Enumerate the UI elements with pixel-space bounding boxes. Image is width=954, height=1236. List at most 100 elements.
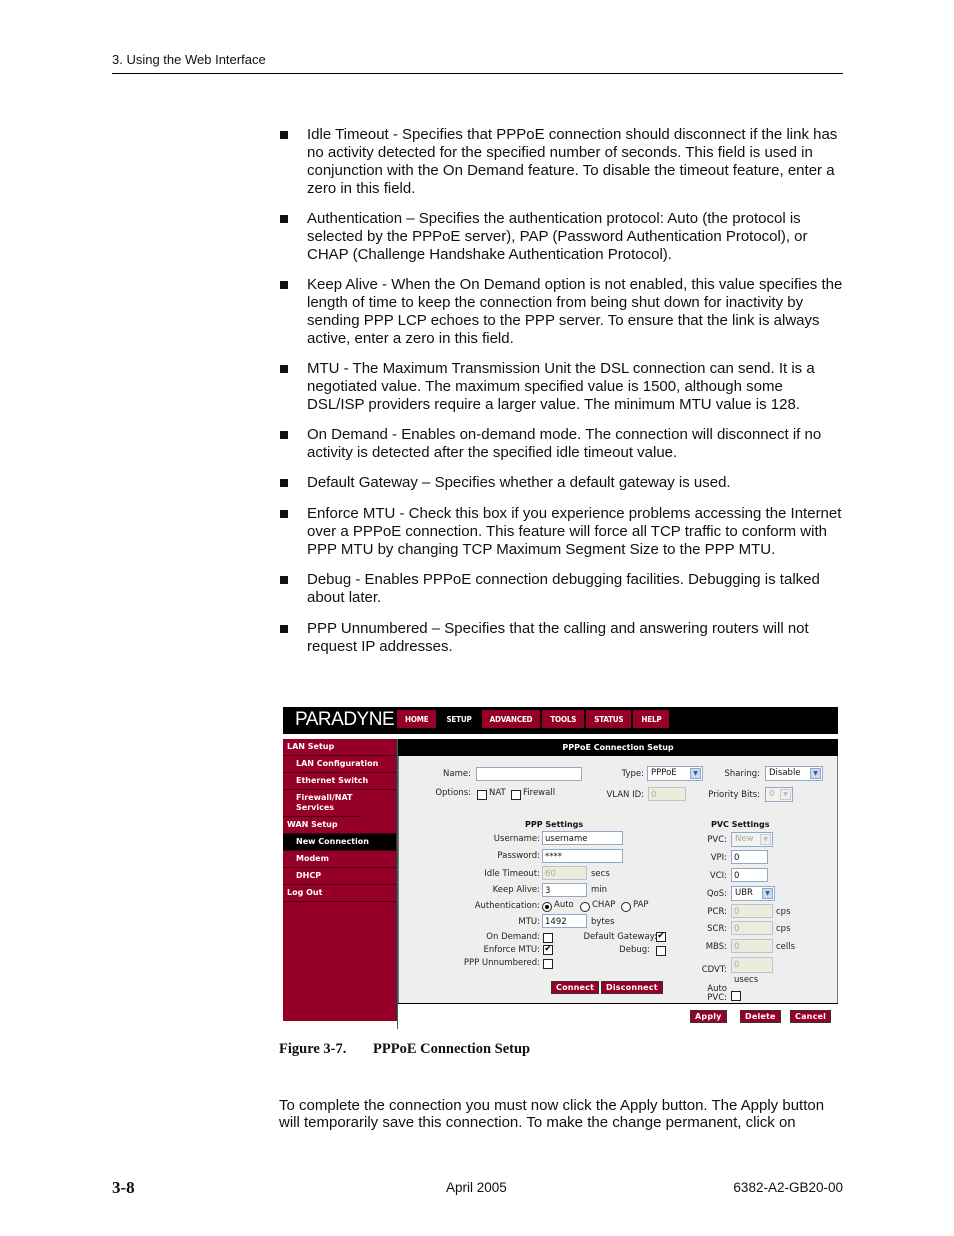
sidebar-item-log-out[interactable]: Log Out [283, 885, 396, 902]
ppp-unnumbered-checkbox[interactable] [543, 959, 553, 969]
authentication-label: Authentication: [474, 901, 540, 911]
paradyne-logo: PARADYNE [295, 709, 395, 730]
footer-doc-id: 6382-A2-GB20-00 [733, 1180, 843, 1195]
chevron-down-icon: ▼ [690, 768, 701, 779]
vlan-id-input[interactable]: 0 [648, 787, 686, 801]
bullet-square-icon [280, 510, 288, 518]
sidebar-item-new-connection[interactable]: New Connection [283, 834, 396, 851]
auth-auto-radio[interactable] [542, 902, 552, 912]
nav-tab-status[interactable]: STATUS [586, 710, 632, 728]
debug-checkbox[interactable] [656, 946, 666, 956]
nat-checkbox[interactable] [477, 790, 487, 800]
bullet-authentication: Authentication – Specifies the authentic… [279, 210, 844, 264]
firewall-label: Firewall [523, 788, 556, 798]
figure-caption: Figure 3-7. PPPoE Connection Setup [279, 1041, 530, 1058]
bullet-square-icon [280, 479, 288, 487]
nat-label: NAT [489, 788, 506, 798]
sidebar-item-ethernet-switch[interactable]: Ethernet Switch [283, 773, 396, 790]
cdvt-unit: usecs [734, 975, 759, 985]
apply-button[interactable]: Apply [690, 1010, 727, 1023]
disconnect-button[interactable]: Disconnect [601, 981, 663, 994]
main-content: PPPoE Connection Setup Name: Type: PPPoE… [397, 739, 838, 1030]
password-label: Password: [497, 851, 540, 861]
idle-timeout-unit: secs [591, 869, 610, 879]
mtu-input[interactable]: 1492 [542, 914, 587, 928]
on-demand-checkbox[interactable] [543, 933, 553, 943]
auth-chap-radio[interactable] [580, 902, 590, 912]
running-header: 3. Using the Web Interface [112, 52, 843, 74]
pcr-input[interactable]: 0 [731, 904, 773, 918]
closing-paragraph: To complete the connection you must now … [279, 1097, 825, 1131]
page-number: 3-8 [112, 1178, 135, 1197]
pppoe-setup-screenshot: PARADYNE HOME SETUP ADVANCED TOOLS STATU… [283, 707, 838, 1030]
mbs-unit: cells [776, 942, 796, 952]
cancel-button[interactable]: Cancel [790, 1010, 832, 1023]
scr-label: SCR: [707, 924, 727, 934]
nav-tab-home[interactable]: HOME [397, 710, 437, 728]
type-select[interactable]: PPPoE ▼ [647, 766, 703, 781]
vci-label: VCI: [709, 871, 727, 881]
bullet-square-icon [280, 131, 288, 139]
connect-button[interactable]: Connect [551, 981, 600, 994]
settings-panel: Name: Type: PPPoE ▼ Sharing: Disable ▼ Opt… [398, 756, 838, 1004]
cdvt-label: CDVT: [701, 965, 727, 975]
sidebar: LAN Setup LAN Configuration Ethernet Swi… [283, 739, 397, 1021]
pvc-select[interactable]: New ▼ [731, 832, 773, 847]
pcr-label: PCR: [707, 907, 727, 917]
bullet-mtu: MTU - The Maximum Transmission Unit the … [279, 360, 844, 414]
auth-pap-label: PAP [633, 900, 649, 910]
action-bar: Apply Delete Cancel [398, 1003, 838, 1030]
header-rule [112, 73, 843, 74]
nav-tab-help[interactable]: HELP [633, 710, 670, 728]
vpi-input[interactable]: 0 [731, 850, 768, 864]
bullet-square-icon [280, 215, 288, 223]
ppp-settings-heading: PPP Settings [525, 820, 584, 829]
idle-timeout-input[interactable]: 60 [542, 866, 587, 880]
sidebar-item-wan-setup[interactable]: WAN Setup [283, 817, 396, 834]
bullet-square-icon [280, 281, 288, 289]
priority-bits-select[interactable]: 0 ▼ [765, 787, 793, 802]
scr-input[interactable]: 0 [731, 921, 773, 935]
top-nav-bar: PARADYNE HOME SETUP ADVANCED TOOLS STATU… [283, 707, 838, 734]
debug-label: Debug: [619, 945, 650, 955]
enforce-mtu-checkbox[interactable]: ✔ [543, 945, 553, 955]
nav-tab-advanced[interactable]: ADVANCED [481, 710, 541, 728]
password-input[interactable]: **** [542, 849, 623, 863]
nav-tab-tools[interactable]: TOOLS [542, 710, 585, 728]
bullet-ppp-unnumbered: PPP Unnumbered – Specifies that the call… [279, 620, 844, 656]
username-input[interactable]: username [542, 831, 623, 845]
firewall-checkbox[interactable] [511, 790, 521, 800]
bullet-enforce-mtu: Enforce MTU - Check this box if you expe… [279, 505, 844, 559]
sharing-label: Sharing: [724, 769, 761, 779]
qos-select[interactable]: UBR ▼ [731, 886, 775, 901]
name-input[interactable] [476, 767, 582, 781]
priority-bits-label: Priority Bits: [708, 790, 760, 800]
sharing-select[interactable]: Disable ▼ [765, 766, 823, 781]
default-gateway-checkbox[interactable]: ✔ [656, 932, 666, 942]
bullet-idle-timeout: Idle Timeout - Specifies that PPPoE conn… [279, 126, 844, 198]
auth-pap-radio[interactable] [621, 902, 631, 912]
options-label: Options: [435, 788, 471, 798]
cdvt-input[interactable]: 0 [731, 957, 773, 973]
name-label: Name: [443, 769, 471, 779]
vci-input[interactable]: 0 [731, 868, 768, 882]
mbs-input[interactable]: 0 [731, 939, 773, 953]
default-gateway-label: Default Gateway: [583, 932, 657, 942]
sidebar-item-dhcp[interactable]: DHCP [283, 868, 396, 885]
sidebar-item-firewall-nat[interactable]: Firewall/NAT Services [283, 790, 360, 817]
sidebar-item-lan-setup[interactable]: LAN Setup [283, 739, 396, 756]
delete-button[interactable]: Delete [740, 1010, 781, 1023]
sidebar-item-lan-configuration[interactable]: LAN Configuration [283, 756, 396, 773]
sidebar-item-modem[interactable]: Modem [283, 851, 396, 868]
nav-tab-setup[interactable]: SETUP [438, 710, 480, 728]
figure-number: Figure 3-7. [279, 1041, 347, 1057]
auto-pvc-label-2: PVC: [707, 993, 727, 1003]
keep-alive-input[interactable]: 3 [542, 883, 587, 897]
mtu-unit: bytes [591, 917, 615, 927]
bullet-square-icon [280, 576, 288, 584]
enforce-mtu-label: Enforce MTU: [483, 945, 540, 955]
scr-unit: cps [776, 924, 791, 934]
auto-pvc-checkbox[interactable] [731, 991, 741, 1001]
ppp-unnumbered-label: PPP Unnumbered: [463, 958, 540, 968]
chevron-down-icon: ▼ [810, 768, 821, 779]
